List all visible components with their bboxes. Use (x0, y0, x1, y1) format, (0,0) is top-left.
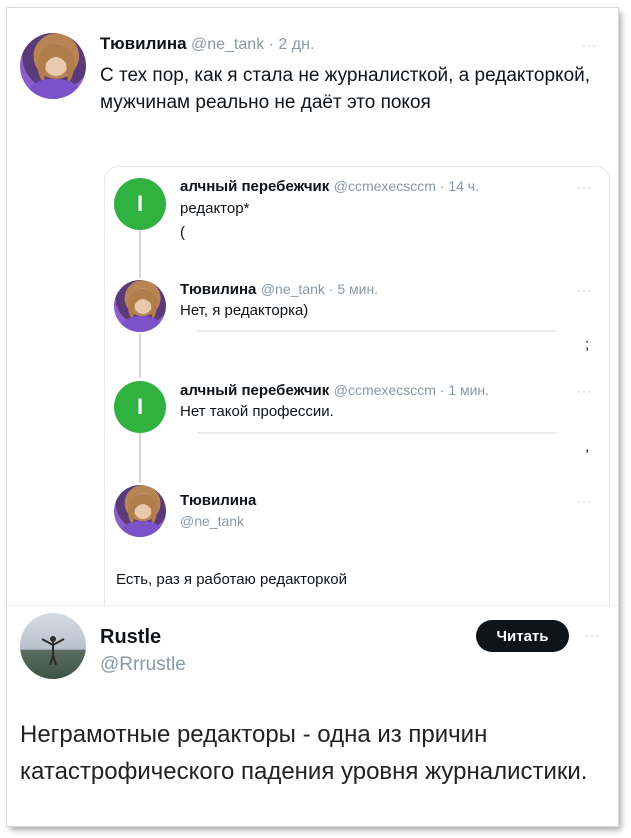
avatar-portrait-icon (26, 43, 82, 99)
author-handle[interactable]: @ne_tank (180, 513, 244, 529)
avatar-portrait-icon (119, 288, 163, 332)
author-name[interactable]: Тювилина (180, 281, 256, 298)
reply-text: Есть, раз я работаю редакторкой (116, 571, 347, 588)
avatar[interactable]: I (114, 381, 166, 433)
tweet-time[interactable]: 1 мин. (448, 382, 489, 398)
avatar-portrait-icon (119, 493, 163, 537)
author-handle[interactable]: @ne_tank (261, 281, 325, 297)
reply-extra-text: , (585, 438, 590, 455)
reply-text: Неграмотные редакторы - одна из причин к… (20, 721, 588, 785)
more-icon[interactable]: ··· (577, 494, 592, 508)
author-handle[interactable]: @ne_tank (191, 36, 264, 53)
author-name[interactable]: алчный перебежчик (180, 178, 329, 195)
avatar[interactable] (114, 485, 166, 537)
person-silhouette-icon (41, 636, 65, 666)
author-handle[interactable]: @Rrrustle (100, 654, 186, 676)
thread-connector (139, 433, 141, 483)
reply-text: Нет, я редакторка) (180, 302, 309, 319)
avatar[interactable]: I (114, 178, 166, 230)
author-name[interactable]: Тювилина (100, 34, 187, 53)
tweet-time[interactable]: 5 мин. (337, 281, 378, 297)
author-name[interactable]: алчный перебежчик (180, 382, 329, 399)
more-icon[interactable]: ··· (585, 628, 600, 642)
author-name[interactable]: Тювилина (180, 492, 256, 509)
reply-text: редактор* (180, 200, 250, 217)
author-handle[interactable]: @ccmexecsccm (334, 178, 436, 194)
screenshot-frame: Тювилина @ne_tank · 2 дн. ··· С тех пор,… (7, 8, 618, 826)
avatar[interactable] (20, 613, 86, 679)
divider (7, 605, 618, 606)
more-icon[interactable]: ··· (577, 384, 592, 398)
tweet-text: С тех пор, как я стала не журналисткой, … (100, 65, 591, 113)
avatar[interactable] (114, 280, 166, 332)
blurred-line (197, 432, 557, 434)
author-handle[interactable]: @ccmexecsccm (334, 382, 436, 398)
more-icon[interactable]: ··· (577, 180, 592, 194)
thread-connector (139, 333, 141, 378)
tweet-time[interactable]: 2 дн. (278, 36, 314, 53)
reply-extra-text: ( (180, 224, 185, 241)
tweet-time[interactable]: 14 ч. (448, 178, 479, 194)
blurred-line (197, 330, 557, 332)
more-icon[interactable]: ··· (577, 283, 592, 297)
follow-button[interactable]: Читать (476, 620, 569, 652)
author-name[interactable]: Rustle (100, 626, 161, 649)
reply-text: Нет такой профессии. (180, 403, 334, 420)
more-icon[interactable]: ··· (582, 38, 597, 52)
reply-extra-text: ; (585, 336, 590, 353)
thread-connector (139, 223, 141, 278)
avatar[interactable] (20, 33, 86, 99)
